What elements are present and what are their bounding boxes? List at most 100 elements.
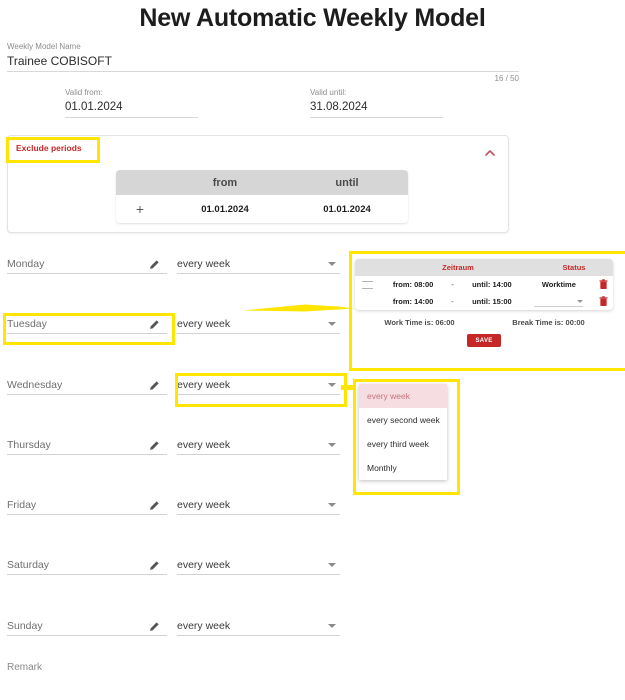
dropdown-option-every-third-week[interactable]: every third week	[359, 432, 447, 456]
time-period-table-header: Zeitraum Status	[355, 259, 613, 276]
exclude-row-until[interactable]: 01.01.2024	[286, 204, 408, 215]
valid-until-value[interactable]: 31.08.2024	[310, 98, 443, 115]
recurrence-select-saturday[interactable]: every week	[177, 556, 340, 575]
weekly-model-name-label: Weekly Model Name	[7, 42, 519, 52]
day-underline-friday	[7, 514, 167, 515]
time-period-table: Zeitraum Status from: 08:00 - until: 14:…	[355, 259, 613, 310]
pencil-icon[interactable]	[148, 379, 160, 391]
time-row-status-select[interactable]	[524, 297, 593, 307]
day-row-thursday: Thursday every week	[7, 436, 340, 462]
day-name-field-monday[interactable]: Monday	[7, 255, 167, 274]
day-name-field-sunday[interactable]: Sunday	[7, 617, 167, 636]
recurrence-underline-tuesday	[177, 333, 340, 334]
table-row[interactable]: + 01.01.2024 01.01.2024	[116, 195, 408, 223]
recurrence-select-sunday[interactable]: every week	[177, 617, 340, 636]
day-name-field-wednesday[interactable]: Wednesday	[7, 376, 167, 395]
day-label-tuesday: Tuesday	[7, 315, 167, 333]
recurrence-select-wednesday[interactable]: every week	[177, 376, 340, 395]
recurrence-underline-sunday	[177, 635, 340, 636]
time-row-status[interactable]: Worktime	[524, 280, 593, 289]
dropdown-option-every-week[interactable]: every week	[359, 384, 447, 408]
recurrence-select-tuesday[interactable]: every week	[177, 315, 340, 334]
recurrence-select-friday[interactable]: every week	[177, 496, 340, 515]
valid-from-label: Valid from:	[65, 88, 198, 98]
exclude-periods-table-header: from until	[116, 170, 408, 195]
day-label-wednesday: Wednesday	[7, 376, 167, 394]
valid-until-field[interactable]: Valid until: 31.08.2024	[310, 88, 443, 118]
dropdown-option-monthly[interactable]: Monthly	[359, 456, 447, 480]
annotation-connector	[341, 385, 355, 390]
trash-icon[interactable]	[593, 296, 613, 307]
recurrence-value-friday: every week	[177, 496, 340, 514]
annotation-arrow-pointer	[243, 298, 355, 316]
day-underline-saturday	[7, 574, 167, 575]
dropdown-option-every-second-week[interactable]: every second week	[359, 408, 447, 432]
trash-icon[interactable]	[593, 279, 613, 290]
pencil-icon[interactable]	[148, 559, 160, 571]
drag-handle-icon[interactable]	[355, 281, 381, 289]
time-header-period: Zeitraum	[381, 263, 535, 272]
recurrence-underline-saturday	[177, 574, 340, 575]
recurrence-value-monday: every week	[177, 255, 340, 273]
chevron-down-icon	[328, 322, 336, 326]
recurrence-select-thursday[interactable]: every week	[177, 436, 340, 455]
day-row-wednesday: Wednesday every week	[7, 376, 340, 402]
chevron-down-icon	[328, 443, 336, 447]
chevron-down-icon	[328, 383, 336, 387]
time-row-from[interactable]: from: 14:00	[381, 297, 446, 306]
day-name-field-saturday[interactable]: Saturday	[7, 556, 167, 575]
chevron-down-icon	[328, 503, 336, 507]
character-counter: 16 / 50	[0, 74, 519, 83]
chevron-down-icon	[328, 624, 336, 628]
plus-icon[interactable]: +	[116, 201, 164, 217]
time-row-from[interactable]: from: 08:00	[381, 280, 446, 289]
day-label-friday: Friday	[7, 496, 167, 514]
day-underline-sunday	[7, 635, 167, 636]
valid-from-underline	[65, 117, 198, 118]
time-row-dash: -	[446, 297, 460, 306]
day-label-monday: Monday	[7, 255, 167, 273]
break-time-summary: Break Time is: 00:00	[484, 318, 613, 327]
valid-from-value[interactable]: 01.01.2024	[65, 98, 198, 115]
weekly-model-name-underline	[7, 71, 519, 72]
recurrence-value-tuesday: every week	[177, 315, 340, 333]
time-row-until[interactable]: until: 15:00	[459, 297, 524, 306]
time-summary: Work Time is: 06:00 Break Time is: 00:00	[355, 318, 613, 327]
day-underline-thursday	[7, 454, 167, 455]
day-name-field-thursday[interactable]: Thursday	[7, 436, 167, 455]
day-row-monday: Monday every week	[7, 255, 340, 281]
pencil-icon[interactable]	[148, 499, 160, 511]
remark-label: Remark	[7, 663, 613, 673]
pencil-icon[interactable]	[148, 439, 160, 451]
exclude-periods-card: Exclude periods from until + 01.01.2024 …	[7, 135, 509, 233]
remark-field[interactable]: Remark	[7, 663, 613, 673]
recurrence-value-saturday: every week	[177, 556, 340, 574]
table-row[interactable]: from: 08:00 - until: 14:00 Worktime	[355, 276, 613, 293]
recurrence-value-thursday: every week	[177, 436, 340, 454]
weekly-model-name-value[interactable]: Trainee COBISOFT	[7, 52, 519, 69]
weekly-model-name-field[interactable]: Weekly Model Name Trainee COBISOFT	[7, 42, 519, 72]
exclude-periods-label: Exclude periods	[16, 143, 82, 153]
recurrence-value-sunday: every week	[177, 617, 340, 635]
recurrence-select-monday[interactable]: every week	[177, 255, 340, 274]
day-row-sunday: Sunday every week	[7, 617, 340, 643]
day-underline-monday	[7, 273, 167, 274]
pencil-icon[interactable]	[148, 258, 160, 270]
time-header-status: Status	[535, 263, 613, 272]
time-row-dash: -	[446, 280, 460, 289]
work-time-summary: Work Time is: 06:00	[355, 318, 484, 327]
day-label-thursday: Thursday	[7, 436, 167, 454]
valid-from-field[interactable]: Valid from: 01.01.2024	[65, 88, 198, 118]
day-label-sunday: Sunday	[7, 617, 167, 635]
day-name-field-friday[interactable]: Friday	[7, 496, 167, 515]
pencil-icon[interactable]	[148, 620, 160, 632]
pencil-icon[interactable]	[148, 318, 160, 330]
exclude-header-from: from	[164, 177, 286, 189]
time-row-until[interactable]: until: 14:00	[459, 280, 524, 289]
table-row[interactable]: from: 14:00 - until: 15:00	[355, 293, 613, 310]
chevron-up-icon[interactable]	[484, 145, 496, 155]
valid-until-underline	[310, 117, 443, 118]
exclude-row-from[interactable]: 01.01.2024	[164, 204, 286, 215]
save-button[interactable]: SAVE	[467, 334, 501, 347]
day-name-field-tuesday[interactable]: Tuesday	[7, 315, 167, 334]
